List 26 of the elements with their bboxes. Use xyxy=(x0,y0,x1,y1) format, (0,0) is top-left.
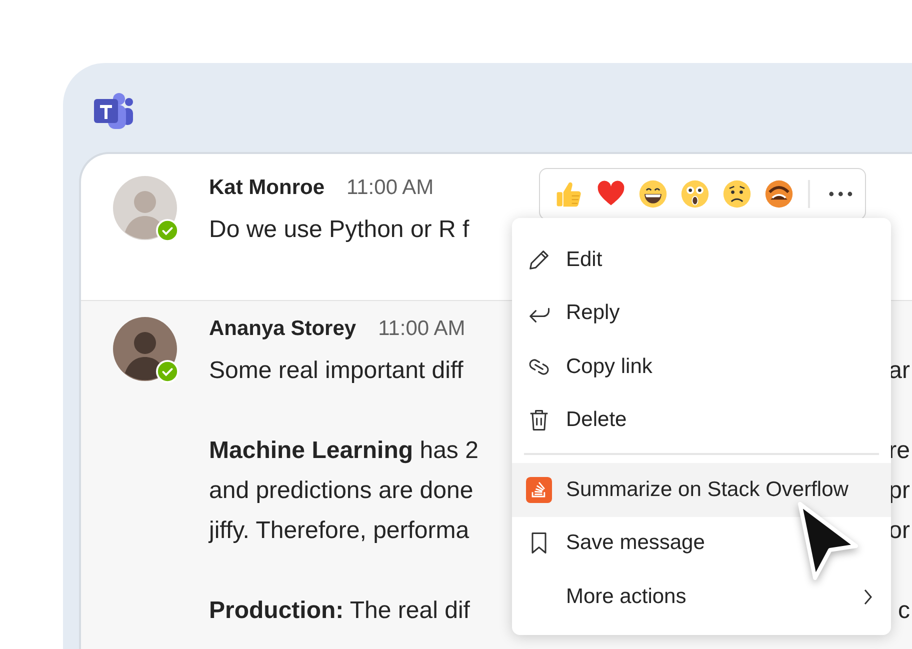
message-text: c xyxy=(898,596,910,626)
surprised-face-icon[interactable] xyxy=(680,179,710,209)
sad-face-icon[interactable] xyxy=(722,179,752,209)
message-text: and predictions are done xyxy=(209,476,474,506)
message-time: 11:00 AM xyxy=(346,176,434,200)
available-status-icon xyxy=(156,219,179,242)
menu-item[interactable]: Copy link xyxy=(512,340,891,394)
message-time: 11:00 AM xyxy=(378,317,466,341)
message-text: Machine Learning has 2 xyxy=(209,436,478,466)
message-text: jiffy. Therefore, performa xyxy=(209,516,470,546)
menu-item[interactable]: Delete xyxy=(512,394,891,447)
app-logo-icon xyxy=(92,91,134,131)
menu-item[interactable]: Save message xyxy=(512,516,891,570)
more-options-icon[interactable] xyxy=(828,190,853,198)
menu-item[interactable]: Summarize on Stack Overflow xyxy=(512,463,891,516)
available-status-icon xyxy=(156,360,179,383)
menu-item[interactable]: More actions xyxy=(512,570,891,624)
message-text: Some real important diff xyxy=(209,356,464,386)
message-text: Production: The real dif xyxy=(209,596,470,626)
menu-item[interactable]: Edit xyxy=(512,233,891,286)
author-name: Kat Monroe xyxy=(209,176,324,200)
message-text: Do we use Python or R f xyxy=(209,215,470,245)
author-name: Ananya Storey xyxy=(209,317,356,341)
menu-item[interactable]: Reply xyxy=(512,286,891,340)
laughing-face-icon[interactable] xyxy=(638,179,668,209)
stack-logo-icon xyxy=(526,476,552,503)
